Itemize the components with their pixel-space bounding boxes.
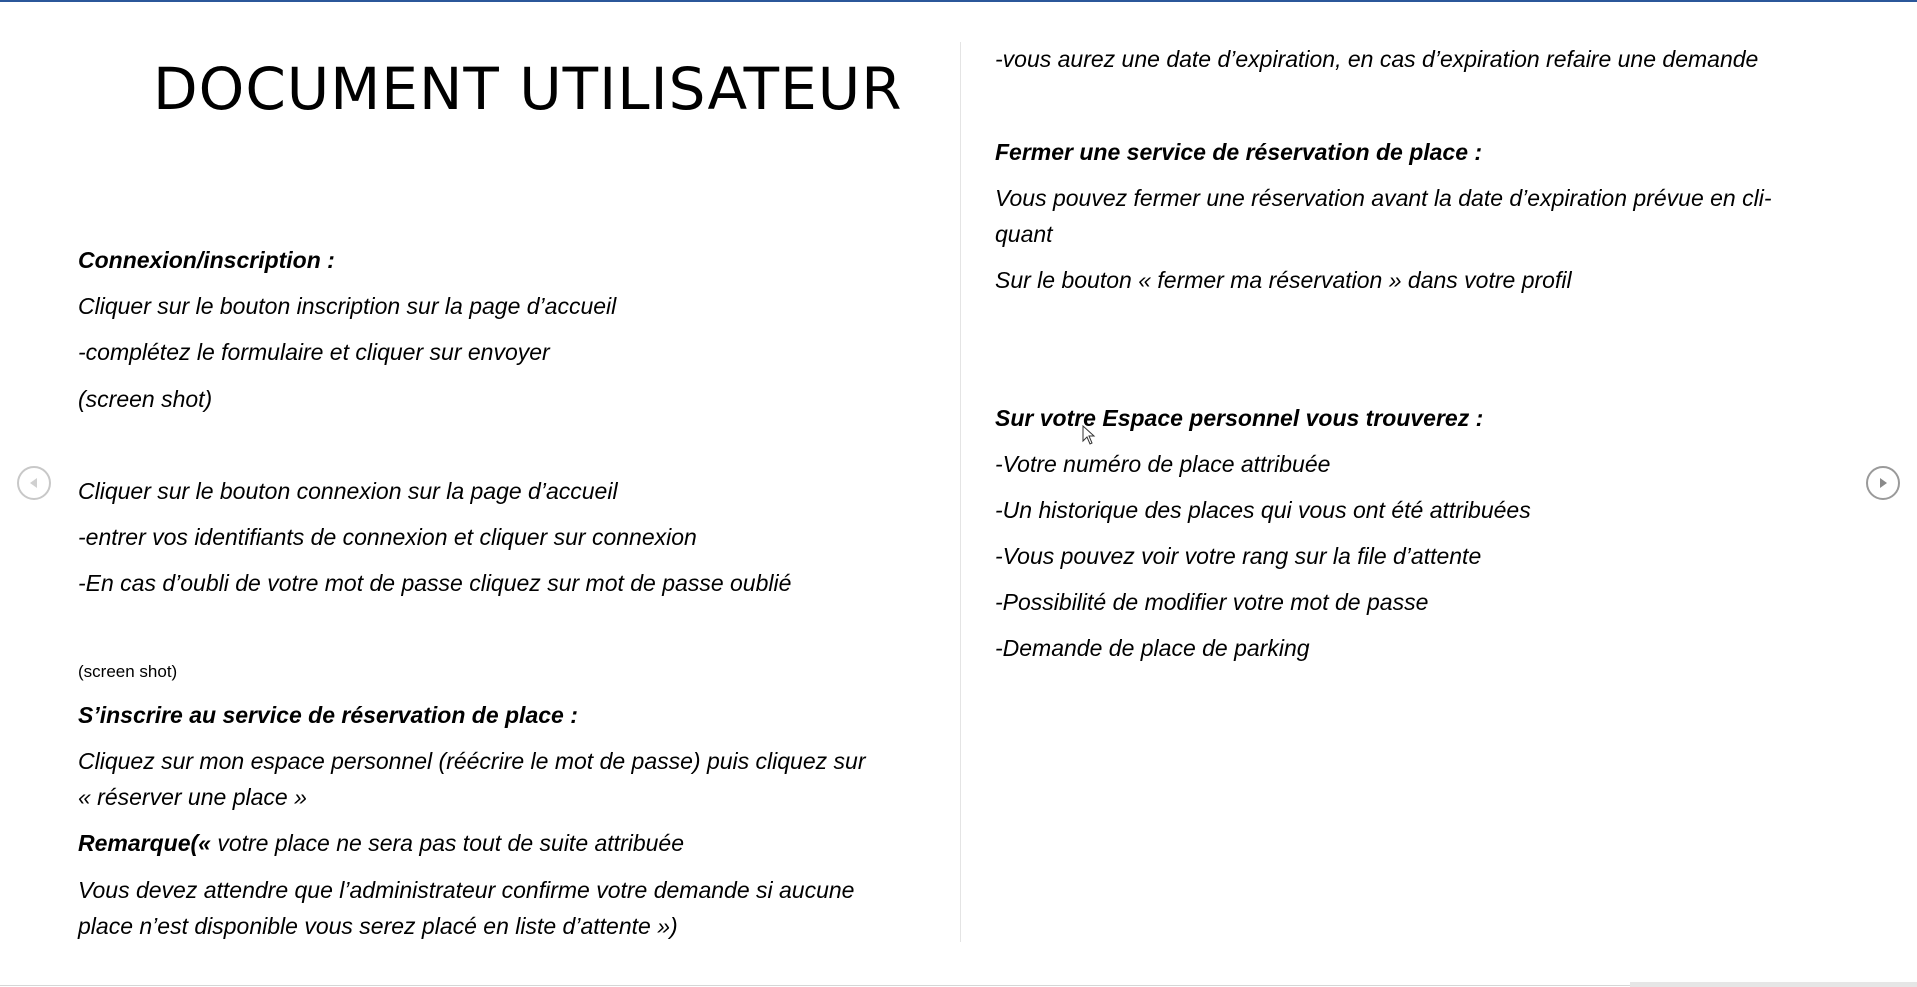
list-item: -Un historique des places qui vous ont é… (995, 497, 1531, 523)
paragraph: -entrer vos identifiants de connexion et… (78, 524, 697, 550)
next-page-button[interactable] (1866, 466, 1900, 500)
paragraph: -complétez le formulaire et cliquer sur … (78, 339, 550, 365)
section-heading-espace-personnel: Sur votre Espace personnel vous trouvere… (995, 405, 1484, 431)
paragraph: Cliquer sur le bouton inscription sur la… (78, 293, 617, 319)
list-item: -Votre numéro de place attribuée (995, 451, 1331, 477)
horizontal-scrollbar[interactable] (1630, 982, 1917, 987)
paragraph: Cliquez sur mon espace personnel (réécri… (78, 748, 866, 774)
page-divider (960, 42, 961, 942)
remark-paragraph: Remarque(« votre place ne sera pas tout … (78, 825, 918, 861)
remark-label: Remarque(« (78, 830, 218, 856)
mouse-cursor-icon (1082, 425, 1096, 445)
remark-text: votre place ne sera pas tout de suite at… (217, 830, 685, 856)
left-page: DOCUMENT UTILISATEUR Connexion/inscripti… (78, 40, 908, 939)
previous-page-button[interactable] (17, 466, 51, 500)
paragraph: « réserver une place » (78, 784, 307, 810)
paragraph: quant (995, 221, 1053, 247)
paragraph: Vous devez attendre que l’administrateur… (78, 877, 855, 903)
paragraph: -vous aurez une date d’expiration, en ca… (995, 46, 1759, 72)
paragraph: Sur le bouton « fermer ma réservation » … (995, 267, 1572, 293)
paragraph: Vous pouvez fermer une réservation avant… (995, 185, 1772, 211)
paragraph: -En cas d’oubli de votre mot de passe cl… (78, 570, 792, 596)
chevron-left-icon (30, 478, 37, 488)
paragraph: (screen shot) (78, 662, 178, 681)
chevron-right-icon (1880, 478, 1887, 488)
list-item: -Vous pouvez voir votre rang sur la file… (995, 543, 1482, 569)
list-item: -Demande de place de parking (995, 635, 1310, 661)
list-item: -Possibilité de modifier votre mot de pa… (995, 589, 1429, 615)
paragraph: place n’est disponible vous serez placé … (78, 913, 678, 939)
paragraph: (screen shot) (78, 386, 213, 412)
window-top-border (0, 0, 1917, 2)
document-title: DOCUMENT UTILISATEUR (153, 55, 903, 123)
section-heading-fermer-service: Fermer une service de réservation de pla… (995, 139, 1483, 165)
section-heading-inscription-service: S’inscrire au service de réservation de … (78, 702, 578, 728)
section-heading-connexion: Connexion/inscription : (78, 247, 335, 273)
paragraph: Cliquer sur le bouton connexion sur la p… (78, 478, 618, 504)
